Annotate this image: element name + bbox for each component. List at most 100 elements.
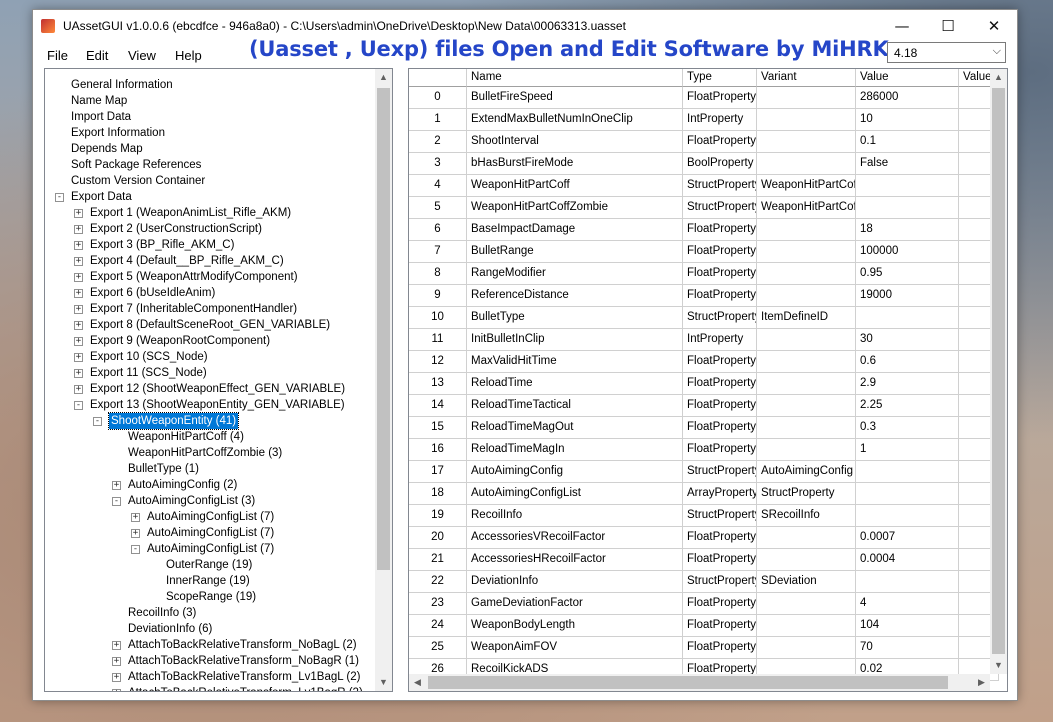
name-cell[interactable]: GameDeviationFactor	[467, 593, 683, 615]
engine-version-select[interactable]: 4.18 ⌵	[887, 42, 1006, 63]
value-cell[interactable]: 286000	[856, 87, 959, 109]
collapse-icon[interactable]: -	[93, 417, 102, 426]
row-index-cell[interactable]: 15	[409, 417, 467, 439]
variant-cell[interactable]	[757, 109, 856, 131]
name-cell[interactable]: ReloadTimeMagIn	[467, 439, 683, 461]
variant-cell[interactable]	[757, 549, 856, 571]
expand-icon[interactable]: +	[131, 513, 140, 522]
expand-icon[interactable]: +	[74, 225, 83, 234]
expand-icon[interactable]: +	[74, 337, 83, 346]
scroll-up-arrow-icon[interactable]: ▲	[375, 69, 392, 86]
column-variant-header[interactable]: Variant	[757, 69, 856, 87]
variant-cell[interactable]	[757, 285, 856, 307]
name-cell[interactable]: MaxValidHitTime	[467, 351, 683, 373]
type-cell[interactable]: FloatProperty	[683, 593, 757, 615]
row-index-cell[interactable]: 5	[409, 197, 467, 219]
value-cell[interactable]: False	[856, 153, 959, 175]
row-index-cell[interactable]: 10	[409, 307, 467, 329]
row-index-cell[interactable]: 7	[409, 241, 467, 263]
variant-cell[interactable]: SRecoilInfo	[757, 505, 856, 527]
value-cell[interactable]	[856, 461, 959, 483]
name-cell[interactable]: ReferenceDistance	[467, 285, 683, 307]
expand-icon[interactable]: +	[112, 689, 121, 691]
variant-cell[interactable]	[757, 615, 856, 637]
row-index-cell[interactable]: 21	[409, 549, 467, 571]
variant-cell[interactable]: StructProperty	[757, 483, 856, 505]
type-cell[interactable]: FloatProperty	[683, 285, 757, 307]
variant-cell[interactable]	[757, 153, 856, 175]
expand-icon[interactable]: +	[74, 257, 83, 266]
type-cell[interactable]: FloatProperty	[683, 549, 757, 571]
expand-icon[interactable]: +	[74, 369, 83, 378]
name-cell[interactable]: WeaponHitPartCoff	[467, 175, 683, 197]
row-index-cell[interactable]: 23	[409, 593, 467, 615]
name-cell[interactable]: ReloadTimeTactical	[467, 395, 683, 417]
variant-cell[interactable]: WeaponHitPartCoff	[757, 197, 856, 219]
type-cell[interactable]: StructProperty	[683, 307, 757, 329]
type-cell[interactable]: FloatProperty	[683, 263, 757, 285]
variant-cell[interactable]	[757, 131, 856, 153]
column-type-header[interactable]: Type	[683, 69, 757, 87]
type-cell[interactable]: FloatProperty	[683, 439, 757, 461]
variant-cell[interactable]	[757, 593, 856, 615]
row-index-cell[interactable]: 24	[409, 615, 467, 637]
variant-cell[interactable]	[757, 395, 856, 417]
name-cell[interactable]: ReloadTime	[467, 373, 683, 395]
expand-icon[interactable]: +	[74, 241, 83, 250]
type-cell[interactable]: FloatProperty	[683, 373, 757, 395]
row-index-cell[interactable]: 13	[409, 373, 467, 395]
asset-tree-view[interactable]: General Information Name Map Import Data Ex…	[44, 68, 393, 692]
scroll-thumb[interactable]	[428, 676, 948, 689]
name-cell[interactable]: bHasBurstFireMode	[467, 153, 683, 175]
row-index-cell[interactable]: 22	[409, 571, 467, 593]
name-cell[interactable]: AutoAimingConfigList	[467, 483, 683, 505]
type-cell[interactable]: StructProperty	[683, 197, 757, 219]
type-cell[interactable]: StructProperty	[683, 505, 757, 527]
value-cell[interactable]: 104	[856, 615, 959, 637]
name-cell[interactable]: ReloadTimeMagOut	[467, 417, 683, 439]
expand-icon[interactable]: +	[131, 529, 140, 538]
variant-cell[interactable]	[757, 527, 856, 549]
name-cell[interactable]: DeviationInfo	[467, 571, 683, 593]
name-cell[interactable]: RecoilInfo	[467, 505, 683, 527]
value-cell[interactable]: 0.0004	[856, 549, 959, 571]
expand-icon[interactable]: +	[74, 209, 83, 218]
grid-horizontal-scrollbar[interactable]: ◀ ▶	[409, 674, 990, 691]
value-cell[interactable]	[856, 571, 959, 593]
type-cell[interactable]: FloatProperty	[683, 637, 757, 659]
variant-cell[interactable]: SDeviation	[757, 571, 856, 593]
value-cell[interactable]: 19000	[856, 285, 959, 307]
column-value-header[interactable]: Value	[856, 69, 959, 87]
variant-cell[interactable]	[757, 263, 856, 285]
type-cell[interactable]: IntProperty	[683, 109, 757, 131]
row-index-cell[interactable]: 14	[409, 395, 467, 417]
name-cell[interactable]: WeaponHitPartCoffZombie	[467, 197, 683, 219]
menu-file[interactable]: File	[47, 48, 68, 63]
type-cell[interactable]: FloatProperty	[683, 219, 757, 241]
name-cell[interactable]: WeaponAimFOV	[467, 637, 683, 659]
close-button[interactable]: ✕	[971, 10, 1017, 42]
value-cell[interactable]: 0.1	[856, 131, 959, 153]
type-cell[interactable]: FloatProperty	[683, 395, 757, 417]
expand-icon[interactable]: +	[112, 481, 121, 490]
value-cell[interactable]: 4	[856, 593, 959, 615]
type-cell[interactable]: FloatProperty	[683, 615, 757, 637]
type-cell[interactable]: FloatProperty	[683, 241, 757, 263]
name-cell[interactable]: BulletType	[467, 307, 683, 329]
variant-cell[interactable]: AutoAimingConfig	[757, 461, 856, 483]
name-cell[interactable]: AccessoriesVRecoilFactor	[467, 527, 683, 549]
expand-icon[interactable]: +	[74, 289, 83, 298]
property-grid[interactable]: Name Type Variant Value Value 0 BulletFireSpee…	[408, 68, 1008, 692]
collapse-icon[interactable]: -	[74, 401, 83, 410]
type-cell[interactable]: FloatProperty	[683, 417, 757, 439]
value-cell[interactable]: 1	[856, 439, 959, 461]
scroll-up-arrow-icon[interactable]: ▲	[990, 69, 1007, 86]
variant-cell[interactable]	[757, 219, 856, 241]
variant-cell[interactable]	[757, 417, 856, 439]
variant-cell[interactable]	[757, 241, 856, 263]
variant-cell[interactable]	[757, 351, 856, 373]
variant-cell[interactable]	[757, 373, 856, 395]
tree-vertical-scrollbar[interactable]: ▲ ▼	[375, 69, 392, 691]
variant-cell[interactable]	[757, 439, 856, 461]
row-index-cell[interactable]: 17	[409, 461, 467, 483]
